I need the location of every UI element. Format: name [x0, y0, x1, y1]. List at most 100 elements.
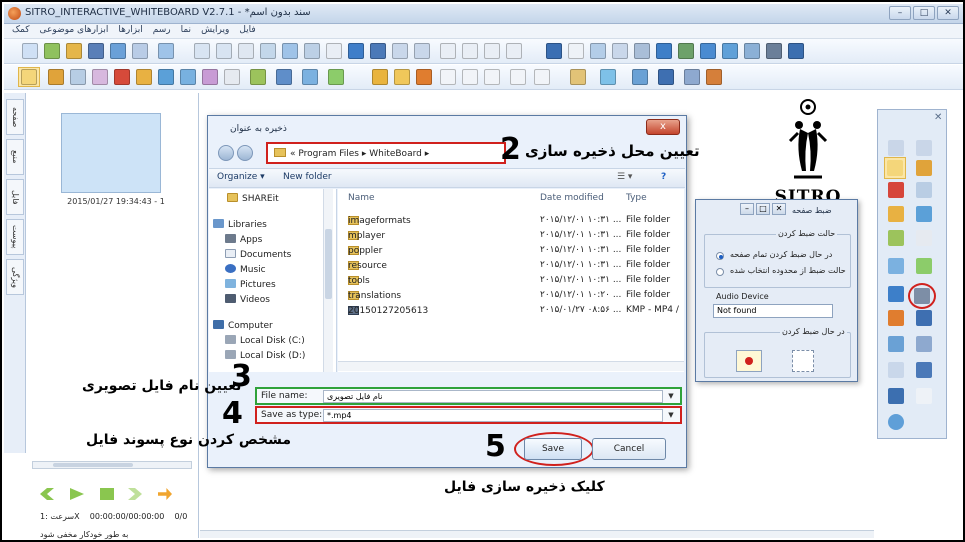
magic-pen-icon[interactable] — [202, 69, 218, 85]
undo-icon[interactable] — [194, 43, 210, 59]
blue-pen-icon[interactable] — [158, 69, 174, 85]
ruler-icon[interactable] — [916, 388, 932, 404]
menu-tools[interactable]: ابزارها — [118, 25, 142, 35]
email-icon[interactable] — [132, 43, 148, 59]
camera-icon[interactable] — [744, 43, 760, 59]
pen-small-icon[interactable] — [462, 69, 478, 85]
paste-icon[interactable] — [282, 43, 298, 59]
text-icon[interactable] — [484, 69, 500, 85]
tab-properties[interactable]: ویژگی — [6, 259, 24, 295]
file-list-scrollbar[interactable] — [338, 361, 684, 371]
audio-device-select[interactable]: Not found — [713, 304, 833, 318]
scrollbar-thumb[interactable] — [325, 229, 332, 299]
menu-file[interactable]: فایل — [239, 25, 255, 35]
scrollbar-thumb[interactable] — [53, 463, 133, 467]
file-row[interactable]: translations ۲۰۱۵/۱۲/۰۱ ۱۰:۲۰ ... File f… — [338, 289, 684, 304]
column-header-type[interactable]: Type — [626, 193, 647, 203]
nav-item-apps[interactable]: Apps — [225, 234, 262, 245]
pointer-icon[interactable] — [21, 69, 37, 85]
play-icon[interactable] — [70, 488, 84, 500]
file-row[interactable]: tools ۲۰۱۵/۱۲/۰۱ ۱۰:۳۱ ... File folder — [338, 274, 684, 289]
save-icon[interactable] — [88, 43, 104, 59]
tab-resource[interactable]: منبع — [6, 139, 24, 175]
delete-icon[interactable] — [326, 43, 342, 59]
select-area-button[interactable] — [792, 350, 814, 372]
group-icon[interactable] — [370, 43, 386, 59]
next-arrow-icon[interactable] — [158, 488, 172, 500]
pencil-icon[interactable] — [916, 160, 932, 176]
menu-view[interactable]: نما — [181, 25, 191, 35]
file-row[interactable]: 20150127205613 ۲۰۱۵/۰۱/۲۷ ۰۸:۵۶ ... KMP … — [338, 304, 684, 319]
nav-item-videos[interactable]: Videos — [225, 294, 270, 305]
cancel-button[interactable]: Cancel — [592, 438, 666, 460]
redo-icon[interactable] — [216, 43, 232, 59]
paste-special-icon[interactable] — [304, 43, 320, 59]
rectangle-icon[interactable] — [888, 258, 904, 274]
nav-item-documents[interactable]: Documents — [225, 249, 291, 260]
spotlight-icon[interactable] — [888, 286, 904, 302]
copy-icon[interactable] — [260, 43, 276, 59]
spotlight-icon[interactable] — [600, 69, 616, 85]
shape-icon[interactable] — [224, 69, 240, 85]
marker-icon[interactable] — [92, 69, 108, 85]
nav-item-pictures[interactable]: Pictures — [225, 279, 276, 290]
maximize-button[interactable]: □ — [913, 6, 935, 20]
save-button[interactable]: Save — [524, 438, 582, 460]
file-name-input[interactable]: نام فایل تصویری — [323, 390, 663, 403]
rewind-icon[interactable] — [40, 488, 54, 500]
tab-page[interactable]: صفحه — [6, 99, 24, 135]
chevron-down-icon[interactable]: ▼ — [664, 390, 678, 403]
line-style-icon[interactable] — [276, 69, 292, 85]
organize-button[interactable]: Organize ▾ — [217, 172, 265, 182]
forward-icon[interactable] — [128, 488, 142, 500]
nav-pane-scrollbar[interactable] — [323, 189, 333, 372]
monitor-icon[interactable] — [656, 43, 672, 59]
redo-icon[interactable] — [916, 140, 932, 156]
save-as-icon[interactable] — [110, 43, 126, 59]
broadcast-icon[interactable] — [722, 43, 738, 59]
record-close-button[interactable]: ✕ — [772, 203, 786, 215]
view-options-icon[interactable]: ☰ ▾ — [617, 172, 632, 182]
eraser-icon[interactable] — [70, 69, 86, 85]
panel-horizontal-scrollbar[interactable] — [32, 461, 192, 469]
page-thumbnail[interactable] — [61, 113, 161, 193]
menu-subject-tools[interactable]: ابزارهای موضوعی — [40, 25, 109, 35]
user-icon[interactable] — [788, 43, 804, 59]
address-bar[interactable]: « Program Files ▸ WhiteBoard ▸ — [266, 142, 506, 164]
nav-item-music[interactable]: Music — [225, 264, 266, 275]
open-folder-icon[interactable] — [66, 43, 82, 59]
bring-front-icon[interactable] — [440, 43, 456, 59]
screen-shade-icon[interactable] — [632, 69, 648, 85]
red-pen-icon[interactable] — [114, 69, 130, 85]
yellow-pen-icon[interactable] — [888, 206, 904, 222]
record-button[interactable] — [736, 350, 762, 372]
menu-draw[interactable]: رسم — [153, 25, 171, 35]
column-header-name[interactable]: Name — [348, 193, 375, 203]
move-up-icon[interactable] — [484, 43, 500, 59]
blue-pen-icon[interactable] — [916, 206, 932, 222]
calculator-icon[interactable] — [766, 43, 782, 59]
column-header-date[interactable]: Date modified — [540, 193, 604, 203]
user-icon[interactable] — [888, 388, 904, 404]
save-dialog-close-button[interactable]: x — [646, 119, 680, 135]
table-tool-icon[interactable] — [706, 69, 722, 85]
menu-help[interactable]: کمک — [12, 25, 30, 35]
eraser-icon[interactable] — [916, 182, 932, 198]
ruler-icon[interactable] — [568, 43, 584, 59]
forward-arrow-icon[interactable] — [237, 145, 253, 161]
menu-edit[interactable]: ویرایش — [201, 25, 229, 35]
new-page-icon[interactable] — [44, 43, 60, 59]
zoom-out-icon[interactable] — [414, 43, 430, 59]
screen-shade-icon[interactable] — [916, 362, 932, 378]
chart-icon[interactable] — [590, 43, 606, 59]
network-icon[interactable] — [678, 43, 694, 59]
autohide-checkbox[interactable]: به طور خودکار مخفی شود — [40, 530, 128, 539]
magnifier-icon[interactable] — [658, 69, 674, 85]
triangle-icon[interactable] — [372, 69, 388, 85]
record-maximize-button[interactable]: □ — [756, 203, 770, 215]
calculator-icon[interactable] — [888, 336, 904, 352]
tab-file[interactable]: فایل — [6, 179, 24, 215]
nav-item-computer[interactable]: Computer — [213, 320, 273, 331]
grid-view-icon[interactable] — [546, 43, 562, 59]
close-window-button[interactable]: ✕ — [937, 6, 959, 20]
